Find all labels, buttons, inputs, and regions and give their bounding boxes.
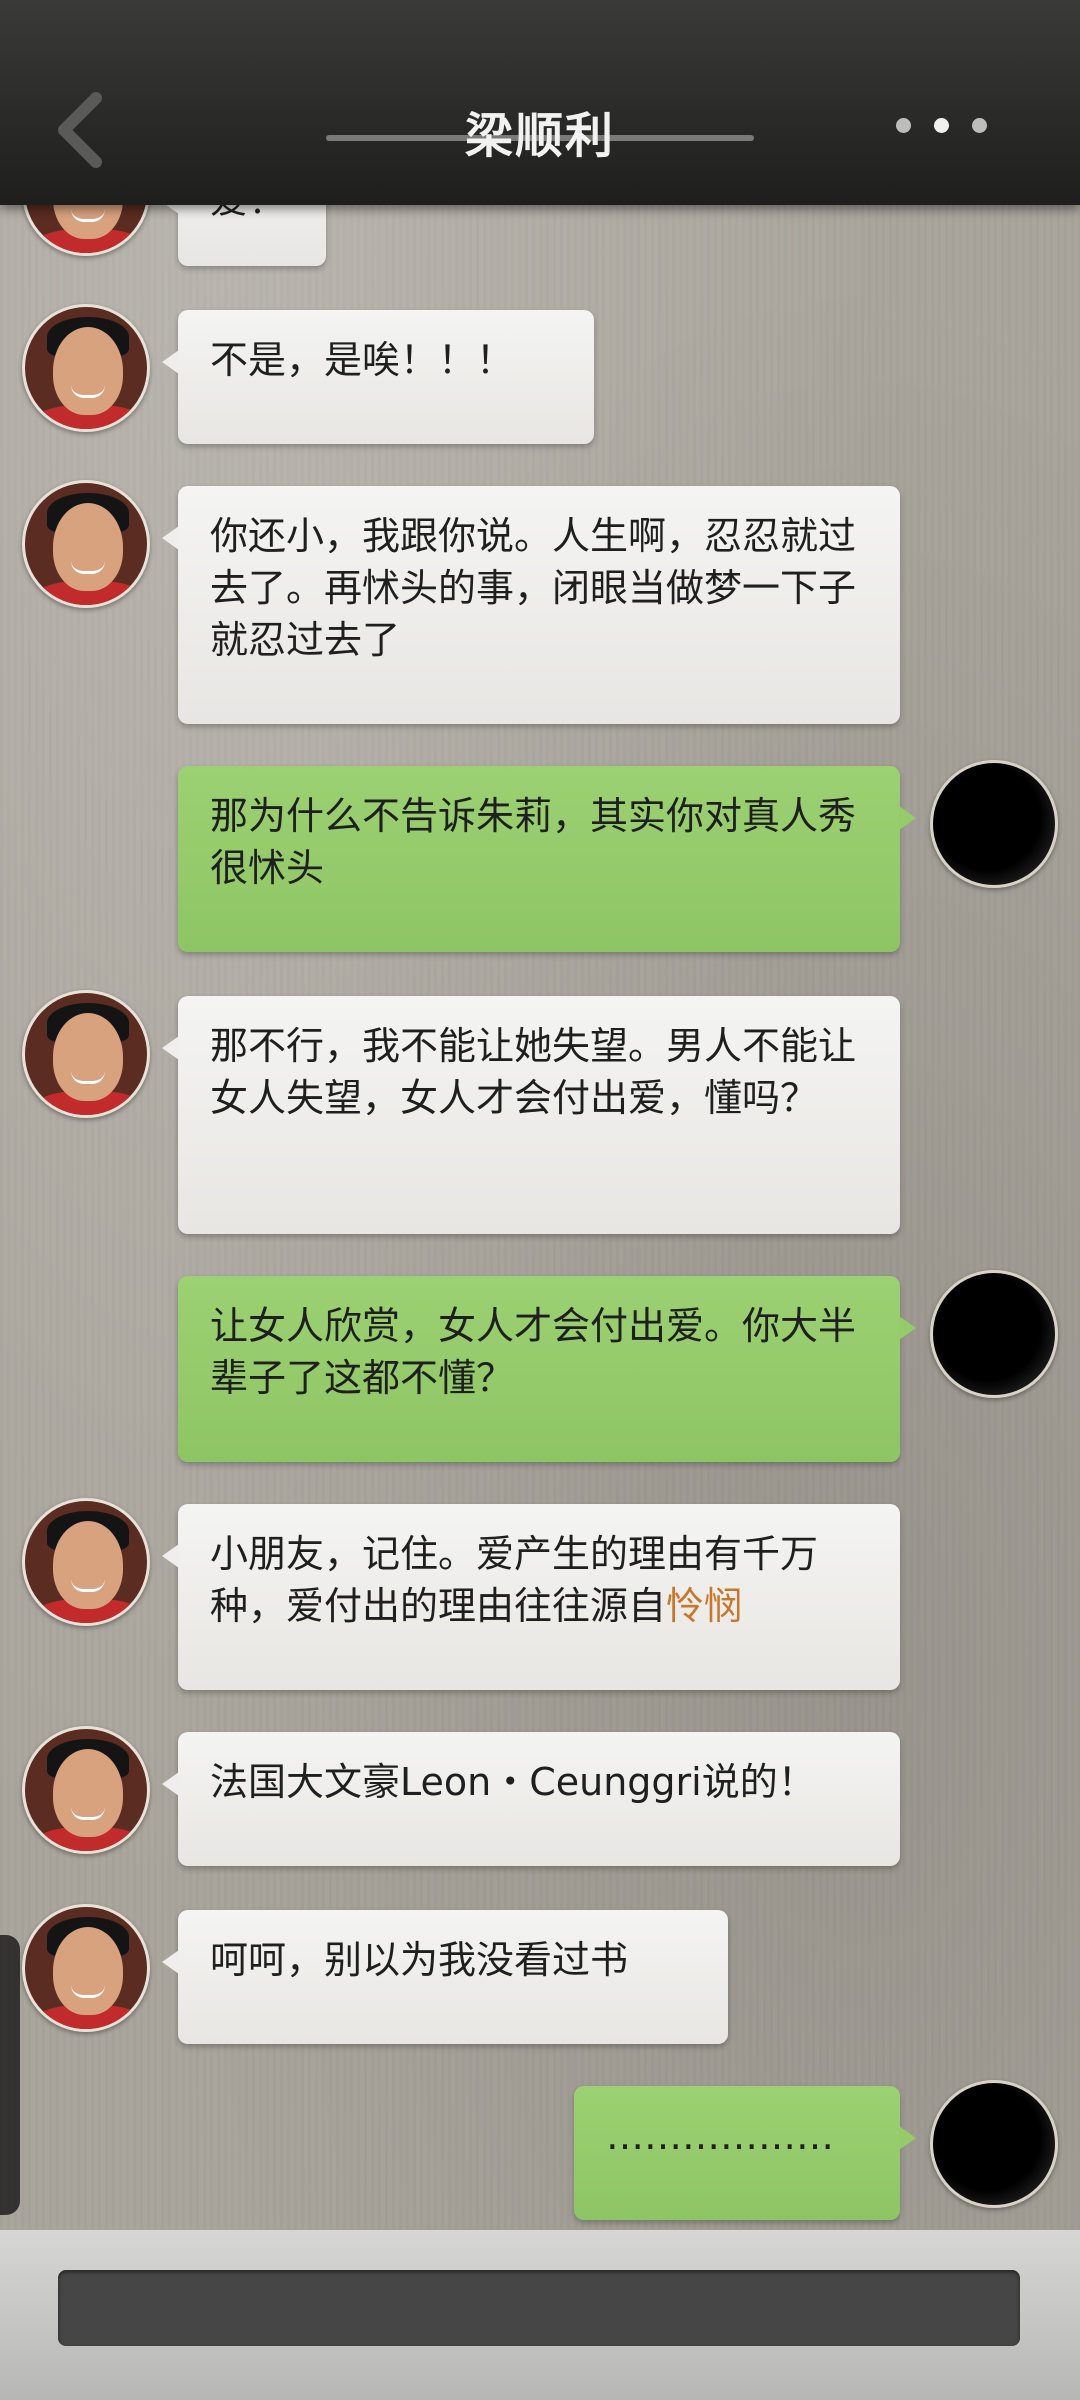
- contact-avatar[interactable]: [22, 480, 150, 608]
- contact-avatar[interactable]: [22, 304, 150, 432]
- message-bubble-incoming[interactable]: 小朋友，记住。爱产生的理由有千万种，爱付出的理由往往源自怜悯: [162, 1504, 900, 1690]
- message-bubble-incoming[interactable]: 那不行，我不能让她失望。男人不能让女人失望，女人才会付出爱，懂吗？: [162, 996, 900, 1234]
- chat-area[interactable]: 爱！ 不是，是唉！！！ 你还小，我跟你说。人生啊，忍忍就过去了。再怵头的事，闭眼…: [0, 0, 1080, 2230]
- message-bubble-outgoing[interactable]: 让女人欣赏，女人才会付出爱。你大半辈子了这都不懂？: [178, 1276, 916, 1462]
- message-text: 不是，是唉！！！: [210, 338, 515, 382]
- message-bubble-incoming[interactable]: 不是，是唉！！！: [162, 310, 594, 444]
- message-text: 那不行，我不能让她失望。男人不能让女人失望，女人才会付出爱，懂吗？: [210, 1024, 857, 1120]
- user-avatar[interactable]: [930, 1270, 1058, 1398]
- user-avatar[interactable]: [930, 760, 1058, 888]
- message-bubble-outgoing[interactable]: ………………: [574, 2086, 916, 2220]
- side-drag-handle[interactable]: [0, 1935, 20, 2215]
- user-avatar[interactable]: [930, 2080, 1058, 2208]
- message-text: 法国大文豪Leon・Ceunggri说的！: [210, 1760, 816, 1804]
- message-bubble-outgoing[interactable]: 那为什么不告诉朱莉，其实你对真人秀很怵头: [178, 766, 916, 952]
- chat-header: 梁顺利: [0, 0, 1080, 205]
- message-text: 你还小，我跟你说。人生啊，忍忍就过去了。再怵头的事，闭眼当做梦一下子就忍过去了: [210, 514, 857, 662]
- message-text: 让女人欣赏，女人才会付出爱。你大半辈子了这都不懂？: [210, 1304, 857, 1400]
- more-dots-icon[interactable]: [888, 118, 998, 138]
- message-input[interactable]: [58, 2270, 1020, 2346]
- message-bubble-incoming[interactable]: 你还小，我跟你说。人生啊，忍忍就过去了。再怵头的事，闭眼当做梦一下子就忍过去了: [162, 486, 900, 724]
- contact-avatar[interactable]: [22, 1904, 150, 2032]
- message-text: 那为什么不告诉朱莉，其实你对真人秀很怵头: [210, 794, 857, 890]
- highlighted-word: 怜悯: [666, 1584, 743, 1628]
- contact-avatar[interactable]: [22, 1726, 150, 1854]
- contact-avatar[interactable]: [22, 990, 150, 1118]
- message-text: ………………: [606, 2114, 834, 2158]
- contact-avatar[interactable]: [22, 1498, 150, 1626]
- message-bubble-incoming[interactable]: 法国大文豪Leon・Ceunggri说的！: [162, 1732, 900, 1866]
- message-bubble-incoming[interactable]: 呵呵，别以为我没看过书: [162, 1910, 728, 2044]
- message-text: 呵呵，别以为我没看过书: [210, 1938, 629, 1982]
- composer-bar: [0, 2230, 1080, 2400]
